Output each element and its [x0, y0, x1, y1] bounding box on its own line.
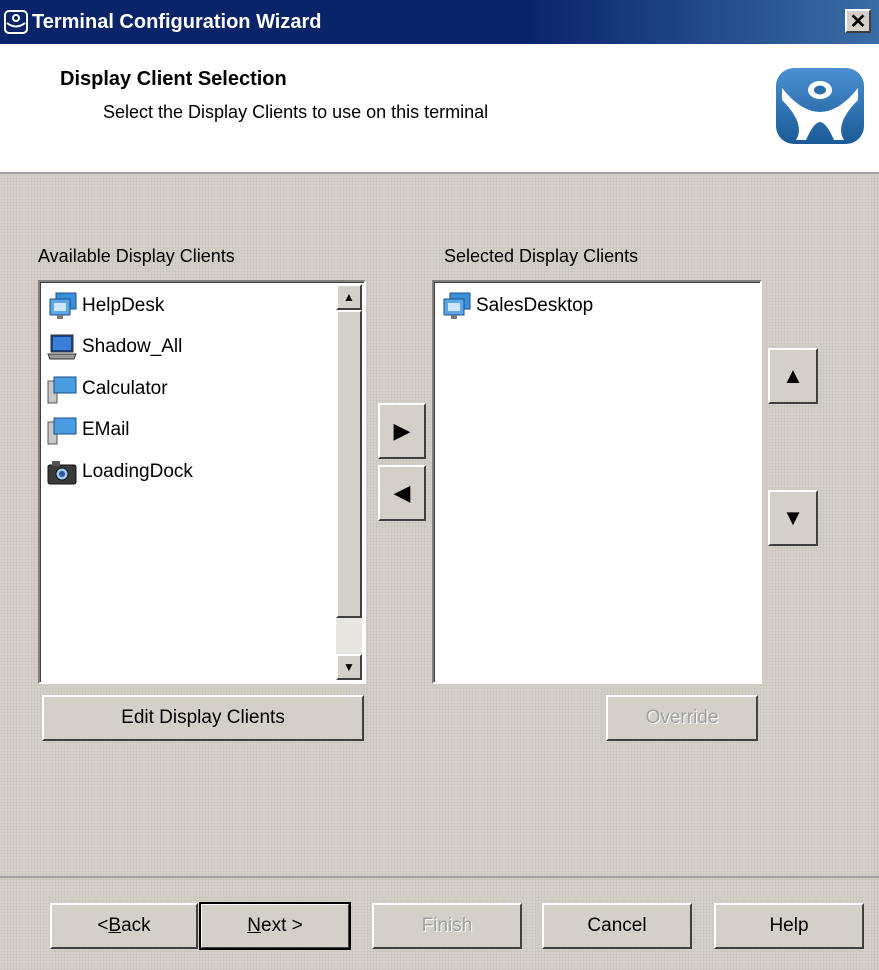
scroll-down-icon: ▼: [343, 660, 355, 674]
page-title: Display Client Selection: [60, 68, 287, 90]
list-item-label: SalesDesktop: [476, 295, 594, 316]
list-item[interactable]: HelpDesk: [46, 288, 164, 324]
laptop-shadow-icon: [47, 334, 77, 360]
list-item[interactable]: Calculator: [46, 371, 168, 407]
scroll-up-button[interactable]: ▲: [336, 284, 362, 310]
page-subtitle: Select the Display Clients to use on thi…: [103, 102, 489, 122]
terminal-services-icon: [443, 292, 471, 319]
cancel-button[interactable]: Cancel: [542, 903, 692, 949]
app-server-icon: [47, 376, 77, 404]
selected-clients-label: Selected Display Clients: [444, 246, 639, 266]
close-icon: ✕: [849, 11, 867, 33]
title-bar: Terminal Configuration Wizard ✕: [0, 0, 879, 44]
list-item[interactable]: SalesDesktop: [440, 288, 593, 324]
list-item[interactable]: EMail: [46, 412, 130, 448]
down-arrow-icon: ▼: [782, 505, 804, 530]
next-label-accel: N: [247, 915, 261, 936]
selected-clients-list[interactable]: SalesDesktop: [432, 280, 762, 684]
finish-button[interactable]: Finish: [372, 903, 522, 949]
list-item[interactable]: Shadow_All: [46, 329, 182, 365]
edit-display-clients-button[interactable]: Edit Display Clients: [42, 695, 364, 741]
list-item-label: EMail: [82, 419, 130, 440]
move-down-button[interactable]: ▼: [768, 490, 818, 546]
left-arrow-icon: ◀: [393, 480, 411, 505]
close-button[interactable]: ✕: [845, 9, 871, 33]
override-button[interactable]: Override: [606, 695, 758, 741]
list-item[interactable]: LoadingDock: [46, 454, 193, 490]
back-button[interactable]: < Back: [50, 903, 198, 949]
back-label-accel: B: [108, 915, 122, 936]
remove-client-button[interactable]: ◀: [378, 465, 426, 521]
list-item-label: Shadow_All: [82, 336, 183, 357]
scroll-down-button[interactable]: ▼: [336, 654, 362, 680]
next-button[interactable]: Next >: [199, 902, 351, 950]
wizard-header: Display Client Selection Select the Disp…: [0, 44, 879, 174]
scroll-up-icon: ▲: [343, 290, 355, 304]
next-label-post: ext >: [261, 915, 303, 936]
move-up-button[interactable]: ▲: [768, 348, 818, 404]
window-title: Terminal Configuration Wizard: [32, 11, 322, 33]
vertical-scrollbar[interactable]: ▲ ▼: [336, 284, 362, 680]
up-arrow-icon: ▲: [782, 363, 804, 388]
list-item-label: HelpDesk: [82, 295, 165, 316]
terminal-services-icon: [49, 292, 77, 319]
back-label-pre: <: [97, 915, 109, 936]
right-arrow-icon: ▶: [393, 418, 411, 443]
scroll-thumb[interactable]: [336, 310, 362, 618]
back-label-post: ack: [121, 915, 151, 936]
list-item-label: Calculator: [82, 378, 168, 399]
wizard-app-icon: [4, 10, 28, 34]
camera-icon: [47, 461, 77, 485]
thinmanager-logo-icon: [776, 68, 864, 144]
list-item-label: LoadingDock: [82, 461, 193, 482]
add-client-button[interactable]: ▶: [378, 403, 426, 459]
available-clients-label: Available Display Clients: [38, 246, 235, 266]
app-server-icon: [47, 417, 77, 445]
available-clients-list[interactable]: HelpDesk Shadow_All Calculator EMail Loa…: [38, 280, 366, 684]
help-button[interactable]: Help: [714, 903, 864, 949]
